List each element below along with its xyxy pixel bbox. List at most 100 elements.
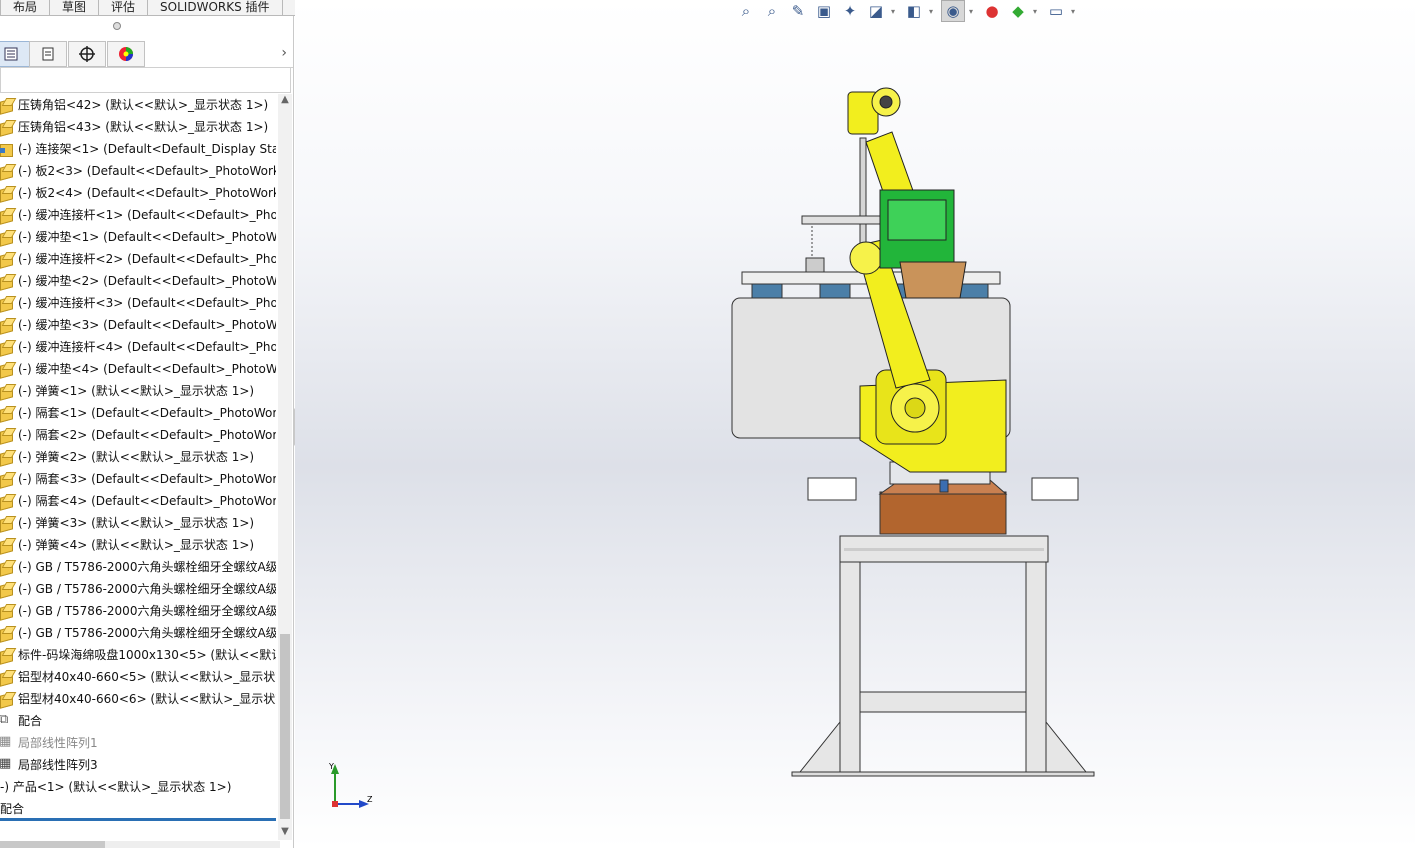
tree-item[interactable]: (-) 弹簧<1> (默认<<默认>_显示状态 1>) — [0, 380, 276, 402]
configuration-manager-tab[interactable] — [68, 41, 106, 67]
tree-item[interactable]: 标件-码垛海绵吸盘1000x130<5> (默认<<默认>_ — [0, 644, 276, 666]
tree-item-label: (-) 隔套<3> (Default<<Default>_PhotoWorks — [18, 472, 276, 486]
part-icon — [0, 252, 14, 266]
apply-scene-icon[interactable]: ◆ — [1007, 1, 1029, 21]
tree-item[interactable]: 局部线性阵列3 — [0, 753, 276, 776]
tree-item[interactable]: (-) 缓冲连接杆<4> (Default<<Default>_Photo — [0, 336, 276, 358]
view-settings-icon[interactable]: ▭ — [1045, 1, 1067, 21]
scroll-up-icon[interactable]: ▲ — [278, 94, 292, 108]
tree-item-label: (-) 缓冲垫<4> (Default<<Default>_PhotoWor — [18, 362, 276, 376]
command-tab[interactable]: 草图 — [49, 0, 99, 16]
tree-item-label: 局部线性阵列3 — [18, 758, 98, 772]
robot-palletizer-model[interactable] — [295, 0, 1415, 848]
tree-item[interactable]: (-) 缓冲垫<1> (Default<<Default>_PhotoWor — [0, 226, 276, 248]
part-icon — [0, 538, 14, 552]
part-icon — [0, 494, 14, 508]
part-icon — [0, 516, 14, 530]
tree-item[interactable]: (-) 连接架<1> (Default<Default_Display Stat… — [0, 138, 276, 160]
tree-item-label: (-) 缓冲垫<3> (Default<<Default>_PhotoWor — [18, 318, 276, 332]
tree-item[interactable]: (-) 隔套<3> (Default<<Default>_PhotoWorks — [0, 468, 276, 490]
tree-item[interactable]: (-) 缓冲连接杆<1> (Default<<Default>_Photo — [0, 204, 276, 226]
tree-item-label: (-) 隔套<2> (Default<<Default>_PhotoWorks — [18, 428, 276, 442]
pattern-icon — [0, 731, 14, 753]
display-manager-tab[interactable] — [107, 41, 145, 67]
tree-horizontal-scrollbar[interactable] — [0, 841, 280, 848]
command-tab[interactable]: 评估 — [98, 0, 148, 16]
tree-item[interactable]: (-) 缓冲连接杆<2> (Default<<Default>_Photo — [0, 248, 276, 270]
command-tab[interactable]: SOLIDWORKS 插件 — [147, 0, 282, 16]
tree-item[interactable]: (-) 隔套<2> (Default<<Default>_PhotoWorks — [0, 424, 276, 446]
view-orientation-icon[interactable]: ◪ — [865, 1, 887, 21]
zoom-to-area-icon[interactable]: ⌕ — [761, 1, 783, 21]
chevron-down-icon[interactable]: ▾ — [969, 7, 977, 16]
panel-collapse-handle[interactable] — [113, 22, 121, 30]
tree-item[interactable]: -) 产品<1> (默认<<默认>_显示状态 1>) — [0, 776, 276, 798]
tree-item[interactable]: (-) GB / T5786-2000六角头螺栓细牙全螺纹A级和 — [0, 600, 276, 622]
tree-item-label: (-) 缓冲连接杆<1> (Default<<Default>_Photo — [18, 208, 276, 222]
tree-item[interactable]: (-) GB / T5786-2000六角头螺栓细牙全螺纹A级和 — [0, 556, 276, 578]
tree-item[interactable]: 压铸角铝<43> (默认<<默认>_显示状态 1>) — [0, 116, 276, 138]
tree-item-label: (-) 弹簧<4> (默认<<默认>_显示状态 1>) — [18, 538, 255, 552]
tree-item[interactable]: (-) 缓冲垫<3> (Default<<Default>_PhotoWor — [0, 314, 276, 336]
hide-show-icon[interactable]: ◉ — [941, 0, 965, 22]
tree-item[interactable]: (-) 弹簧<2> (默认<<默认>_显示状态 1>) — [0, 446, 276, 468]
part-icon — [0, 120, 14, 134]
feature-tree-icon — [4, 47, 18, 61]
tree-item[interactable]: 压铸角铝<42> (默认<<默认>_显示状态 1>) — [0, 94, 276, 116]
part-icon — [0, 406, 14, 420]
tree-item[interactable]: (-) 缓冲垫<2> (Default<<Default>_PhotoWor — [0, 270, 276, 292]
tree-item[interactable]: (-) GB / T5786-2000六角头螺栓细牙全螺纹A级和 — [0, 622, 276, 644]
section-view-icon[interactable]: ▣ — [813, 1, 835, 21]
chevron-right-icon[interactable]: › — [281, 45, 287, 61]
part-icon — [0, 340, 14, 354]
tree-item-label: (-) 缓冲垫<1> (Default<<Default>_PhotoWor — [18, 230, 276, 244]
tree-item[interactable]: 配合 — [0, 798, 276, 820]
zoom-to-fit-icon[interactable]: ⌕ — [735, 1, 757, 21]
tree-item[interactable]: (-) 缓冲连接杆<3> (Default<<Default>_Photo — [0, 292, 276, 314]
display-style-icon[interactable]: ◧ — [903, 1, 925, 21]
tree-item-label: -) 产品<1> (默认<<默认>_显示状态 1>) — [0, 780, 232, 794]
tree-item[interactable]: (-) 板2<4> (Default<<Default>_PhotoWorks — [0, 182, 276, 204]
tree-item[interactable]: (-) 隔套<1> (Default<<Default>_PhotoWorks — [0, 402, 276, 424]
part-icon — [0, 692, 14, 706]
tree-vertical-scrollbar[interactable]: ▲ ▼ — [278, 94, 292, 840]
part-icon — [0, 296, 14, 310]
tree-item-label: (-) GB / T5786-2000六角头螺栓细牙全螺纹A级和 — [18, 604, 276, 618]
tree-item[interactable]: (-) 隔套<4> (Default<<Default>_PhotoWorks — [0, 490, 276, 512]
dynamic-annotation-icon[interactable]: ✦ — [839, 1, 861, 21]
feature-manager-tab[interactable] — [0, 41, 30, 67]
tree-item[interactable]: 铝型材40x40-660<5> (默认<<默认>_显示状态 — [0, 666, 276, 688]
tree-item[interactable]: 配合 — [0, 709, 276, 732]
chevron-down-icon[interactable]: ▾ — [1033, 7, 1041, 16]
tree-item[interactable]: 局部线性阵列1 — [0, 731, 276, 754]
part-icon — [0, 318, 14, 332]
edit-appearance-icon[interactable]: ● — [981, 1, 1003, 21]
previous-view-icon[interactable]: ✎ — [787, 1, 809, 21]
chevron-down-icon[interactable]: ▾ — [891, 7, 899, 16]
tree-item[interactable]: (-) 弹簧<3> (默认<<默认>_显示状态 1>) — [0, 512, 276, 534]
part-icon — [0, 164, 14, 178]
tree-item[interactable]: (-) 弹簧<4> (默认<<默认>_显示状态 1>) — [0, 534, 276, 556]
scrollbar-thumb[interactable] — [280, 634, 290, 819]
tree-item[interactable]: (-) GB / T5786-2000六角头螺栓细牙全螺纹A级和 — [0, 578, 276, 600]
part-icon — [0, 208, 14, 222]
chevron-down-icon[interactable]: ▾ — [929, 7, 937, 16]
graphics-viewport[interactable]: ⌕ ⌕ ✎ ▣ ✦ ◪ ▾ ◧ ▾ ◉ ▾ ● ◆ ▾ ▭ ▾ Y Z — [295, 0, 1415, 848]
tree-item[interactable]: 铝型材40x40-660<6> (默认<<默认>_显示状态 — [0, 688, 276, 710]
property-manager-tab[interactable] — [29, 41, 67, 67]
tree-filter-input[interactable] — [0, 67, 291, 93]
tree-item-label: 局部线性阵列1 — [18, 736, 98, 750]
part-icon — [0, 274, 14, 288]
tree-item-label: (-) GB / T5786-2000六角头螺栓细牙全螺纹A级和 — [18, 626, 276, 640]
scroll-down-icon[interactable]: ▼ — [278, 826, 292, 840]
tree-item[interactable]: (-) 缓冲垫<4> (Default<<Default>_PhotoWor — [0, 358, 276, 380]
triad-y-label: Y — [328, 762, 334, 771]
chevron-down-icon[interactable]: ▾ — [1071, 7, 1079, 16]
tree-item[interactable]: (-) 板2<3> (Default<<Default>_PhotoWorks — [0, 160, 276, 182]
command-tab[interactable]: 布局 — [0, 0, 50, 16]
part-icon — [0, 472, 14, 486]
hscroll-thumb[interactable] — [0, 841, 105, 848]
tree-item-label: (-) 弹簧<2> (默认<<默认>_显示状态 1>) — [18, 450, 255, 464]
tree-item-label: (-) 连接架<1> (Default<Default_Display Stat… — [18, 142, 276, 156]
rollback-bar[interactable] — [0, 818, 276, 821]
